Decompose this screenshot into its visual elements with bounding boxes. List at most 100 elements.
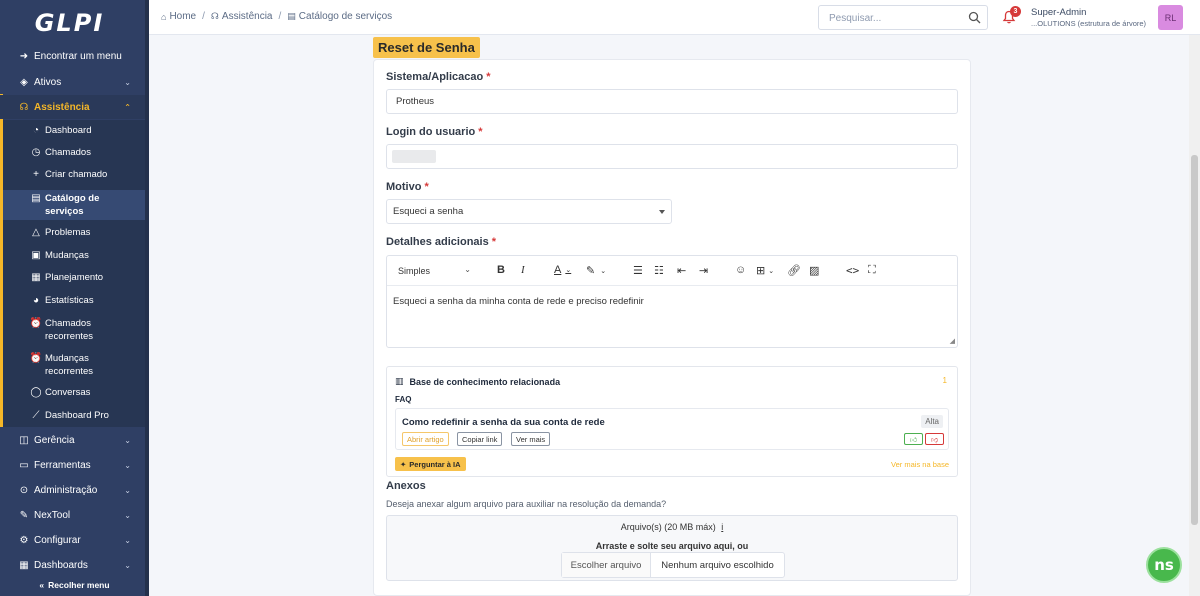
sidebar-sub-mudancas-recorrentes[interactable]: ⏰ Mudanças recorrentes xyxy=(30,353,100,378)
fullscreen-icon[interactable]: ⛶ xyxy=(868,264,876,277)
file-input[interactable]: Escolher arquivo Nenhum arquivo escolhid… xyxy=(561,552,785,578)
thumbs-down-icon[interactable]: 👎︎ xyxy=(925,433,944,445)
code-icon[interactable]: <> xyxy=(846,264,859,277)
chevron-down-icon: ⌄ xyxy=(464,265,471,274)
breadcrumb-assistencia[interactable]: Assistência xyxy=(222,11,273,22)
required-mark: * xyxy=(486,71,491,83)
format-select[interactable]: Simples ⌄ xyxy=(393,262,475,280)
chevron-down-icon: ⌄ xyxy=(124,435,131,445)
thumbs-up-icon[interactable]: 👍︎ xyxy=(904,433,923,445)
ask-ai-button[interactable]: ✦ Perguntar à IA xyxy=(395,457,466,471)
sidebar-sub-catalogo[interactable]: ▤ Catálogo de serviços xyxy=(30,193,110,218)
view-more-kb-link[interactable]: Ver mais na base xyxy=(891,460,949,469)
sidebar-item-label: Ferramentas xyxy=(34,459,91,471)
nextool-fab-button[interactable]: ns xyxy=(1146,547,1182,583)
chevron-down-icon: ⌄ xyxy=(124,77,131,87)
text-color-icon[interactable]: A ⌄ xyxy=(554,264,571,276)
glpi-logo[interactable]: GLPI xyxy=(0,0,149,46)
label-text: Login do usuario xyxy=(386,126,476,138)
notifications-button[interactable]: 3 xyxy=(1002,6,1021,24)
catalog-icon: ▤ xyxy=(287,11,296,21)
info-icon[interactable]: i xyxy=(721,522,723,532)
collapse-menu-label: Recolher menu xyxy=(48,580,110,590)
breadcrumb-separator: / xyxy=(278,11,282,22)
sidebar-scrollbar[interactable] xyxy=(145,0,149,596)
file-dropzone[interactable]: Arquivo(s) (20 MB máx) i Arraste e solte… xyxy=(386,515,958,581)
sidebar-item-configurar[interactable]: ⚙ Configurar ⌄ xyxy=(0,528,149,552)
alarm-clock-icon: ⏰ xyxy=(29,352,43,364)
sidebar-item-ativos[interactable]: ◈ Ativos ⌄ xyxy=(0,70,149,94)
sidebar-sub-label: Catálogo de serviços xyxy=(45,193,100,217)
redacted-value xyxy=(392,150,436,163)
shield-icon: ⊙ xyxy=(19,484,29,496)
image-icon[interactable]: ▨ xyxy=(809,264,819,277)
label-text: Sistema/Aplicacao xyxy=(386,71,484,83)
headset-icon: ☊ xyxy=(19,101,29,113)
book-icon: ▥ xyxy=(395,376,404,386)
page-scrollbar[interactable] xyxy=(1189,35,1200,596)
kb-section-label: FAQ xyxy=(395,395,412,404)
italic-icon[interactable]: I xyxy=(521,264,525,276)
link-icon[interactable]: 🔗︎ xyxy=(787,264,801,277)
drop-text: Arraste e solte seu arquivo aqui, ou xyxy=(595,541,749,551)
open-article-button[interactable]: Abrir artigo xyxy=(402,432,449,446)
sidebar-item-administracao[interactable]: ⊙ Administração ⌄ xyxy=(0,478,149,502)
warning-icon: △ xyxy=(32,226,40,238)
outdent-icon[interactable]: ⇤ xyxy=(677,264,686,277)
sidebar-item-gerencia[interactable]: ◫ Gerência ⌄ xyxy=(0,428,149,452)
page-scrollbar-thumb[interactable] xyxy=(1191,155,1198,525)
rich-text-editor[interactable]: Simples ⌄ B I A ⌄ ✎ ⌄ ☰ ☷ ⇤ ⇥ ☺ ⊞ ⌄ 🔗︎ ▨ <>… xyxy=(386,255,958,348)
chevron-down-icon: ⌄ xyxy=(124,510,131,520)
resize-handle-icon[interactable]: ◢ xyxy=(950,337,955,345)
user-entity: ...OLUTIONS (estrutura de árvore) xyxy=(1031,19,1147,28)
numbered-list-icon[interactable]: ☷ xyxy=(654,264,664,277)
search-input[interactable]: Pesquisar... xyxy=(818,5,988,30)
sidebar-sub-dashboard-pro[interactable]: ⟋ Dashboard Pro xyxy=(30,410,140,423)
search-icon[interactable] xyxy=(968,11,981,24)
home-icon: ⌂ xyxy=(161,11,167,22)
emoji-icon[interactable]: ☺ xyxy=(735,264,746,276)
indent-icon[interactable]: ⇥ xyxy=(699,264,708,277)
view-more-button[interactable]: Ver mais xyxy=(511,432,551,446)
chevron-up-icon: ⌃ xyxy=(124,102,131,112)
calendar-icon: ▦ xyxy=(31,271,41,283)
chevron-down-icon: ⌄ xyxy=(124,485,131,495)
sidebar-sub-criar-chamado[interactable]: + Criar chamado xyxy=(30,169,140,182)
breadcrumb-catalogo[interactable]: Catálogo de serviços xyxy=(299,11,392,22)
highlight-color-icon[interactable]: ✎ ⌄ xyxy=(586,264,606,277)
login-input[interactable] xyxy=(386,144,958,169)
sidebar-sub-mudancas[interactable]: ▣ Mudanças xyxy=(30,250,140,263)
user-info[interactable]: Super-Admin ...OLUTIONS (estrutura de ár… xyxy=(1031,7,1146,29)
sidebar-sub-chamados-recorrentes[interactable]: ⏰ Chamados recorrentes xyxy=(30,318,100,343)
copy-link-button[interactable]: Copiar link xyxy=(457,432,503,446)
field-label-sistema: Sistema/Aplicacao * xyxy=(386,71,491,83)
sidebar-item-nextool[interactable]: ✎ NexTool ⌄ xyxy=(0,503,149,527)
table-icon[interactable]: ⊞ ⌄ xyxy=(756,264,774,277)
kb-article-title[interactable]: Como redefinir a senha da sua conta de r… xyxy=(402,417,605,428)
sidebar-sub-estatisticas[interactable]: ◕ Estatísticas xyxy=(30,295,140,308)
kb-title: ▥ Base de conhecimento relacionada xyxy=(395,376,560,387)
bold-icon[interactable]: B xyxy=(497,264,505,276)
headset-icon: ☊ xyxy=(210,11,219,21)
sidebar-sub-dashboard[interactable]: ◔ Dashboard xyxy=(30,125,140,138)
top-header: ⌂ Home / ☊ Assistência / ▤ Catálogo de s… xyxy=(149,0,1200,35)
sidebar-item-assistencia[interactable]: ☊ Assistência ⌃ xyxy=(0,95,149,119)
sidebar-sub-chamados[interactable]: ◷ Chamados xyxy=(30,147,140,160)
bullet-list-icon[interactable]: ☰ xyxy=(633,264,643,277)
sidebar-sub-conversas[interactable]: ◯ Conversas xyxy=(30,387,140,400)
sidebar-item-find-menu[interactable]: ➜ Encontrar um menu xyxy=(0,44,149,68)
gauge-icon: ◔ xyxy=(32,124,40,136)
editor-content[interactable]: Esqueci a senha da minha conta de rede e… xyxy=(393,296,644,307)
form-tab-title: Reset de Senha xyxy=(373,37,480,58)
sidebar-sub-planejamento[interactable]: ▦ Planejamento xyxy=(30,272,140,285)
breadcrumb-home[interactable]: Home xyxy=(169,11,196,22)
sistema-input[interactable]: Protheus xyxy=(386,89,958,114)
sidebar-sub-label: Mudanças xyxy=(45,250,89,261)
sidebar-item-ferramentas[interactable]: ▭ Ferramentas ⌄ xyxy=(0,453,149,477)
collapse-menu-button[interactable]: « Recolher menu xyxy=(0,574,149,596)
motivo-select[interactable]: Esqueci a senha xyxy=(386,199,672,224)
field-label-detalhes: Detalhes adicionais * xyxy=(386,236,496,248)
avatar[interactable]: RL xyxy=(1158,5,1183,30)
choose-file-button[interactable]: Escolher arquivo xyxy=(562,553,651,577)
sidebar-sub-problemas[interactable]: △ Problemas xyxy=(30,227,140,240)
